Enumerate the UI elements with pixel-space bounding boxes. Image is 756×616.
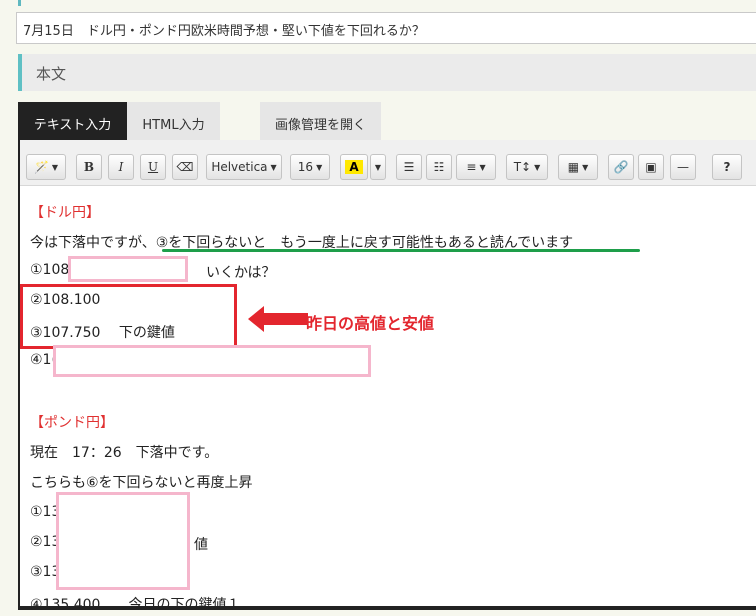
insert-link-button[interactable]: 🔗: [608, 154, 634, 180]
redaction-mask: [53, 345, 371, 377]
font-size-label: 16: [297, 160, 314, 174]
redaction-mask: [56, 492, 190, 590]
top-accent-bar: [18, 0, 21, 6]
gbp-line-6: ④135.400 今日の下の鍵値１: [30, 597, 241, 606]
font-family-select[interactable]: Helvetica ▼: [206, 154, 282, 180]
line-height-button[interactable]: T↕ ▼: [506, 154, 548, 180]
table-icon: ▦: [567, 160, 580, 174]
usd-line-2-suffix: いくかは？: [206, 265, 276, 281]
editor-toolbar: 🪄 ▼ B I U ⌫ Helvetica ▼ 16 ▼ A ▼ ☰ ☷ ≡ ▼ T↕ ▼: [20, 140, 756, 186]
align-icon: ≡: [466, 160, 477, 174]
horizontal-rule-icon: —: [677, 160, 689, 174]
highlight-box: [20, 284, 237, 349]
font-color-dropdown[interactable]: ▼: [370, 154, 386, 180]
top-strip: [0, 0, 756, 6]
tab-html-input[interactable]: HTML入力: [127, 102, 220, 140]
editor-content[interactable]: 【ドル円】 今は下落中ですが、③を下回らないと もう一度上に戻す可能性もあると読…: [20, 186, 756, 606]
horizontal-rule-button[interactable]: —: [670, 154, 696, 180]
green-underline-mark: [162, 249, 640, 252]
magic-wand-icon: 🪄: [33, 160, 49, 174]
gbp-line-1: 現在 17：26 下落中です。: [30, 445, 219, 461]
tab-text-input[interactable]: テキスト入力: [18, 102, 127, 140]
post-title-input[interactable]: 7月15日 ドル円・ポンド円欧米時間予想・堅い下値を下回れるか？: [16, 12, 756, 44]
italic-button[interactable]: I: [108, 154, 134, 180]
chevron-down-icon: ▼: [479, 162, 486, 172]
chevron-down-icon: ▼: [534, 162, 541, 172]
usd-line-2-prefix: ①108: [30, 262, 70, 278]
paragraph-align-button[interactable]: ≡ ▼: [456, 154, 496, 180]
underline-button[interactable]: U: [140, 154, 166, 180]
table-button[interactable]: ▦ ▼: [558, 154, 598, 180]
gbp-heading: 【ポンド円】: [30, 415, 114, 431]
bold-button[interactable]: B: [76, 154, 102, 180]
numbered-list-icon: ☷: [433, 160, 445, 174]
chevron-down-icon: ▼: [51, 162, 59, 172]
font-color-button[interactable]: A: [340, 154, 368, 180]
eraser-icon: ⌫: [176, 160, 194, 174]
ordered-list-button[interactable]: ☷: [426, 154, 452, 180]
font-family-label: Helvetica: [211, 160, 268, 174]
section-header-body: 本文: [18, 54, 756, 91]
help-button[interactable]: ?: [712, 154, 742, 180]
gbp-line-2: こちらも⑥を下回らないと再度上昇: [30, 475, 253, 491]
font-color-icon: A: [345, 160, 363, 174]
usd-heading: 【ドル円】: [30, 205, 100, 221]
left-arrow-icon: [248, 306, 308, 332]
clear-format-button[interactable]: ⌫: [172, 154, 198, 180]
chevron-down-icon: ▼: [270, 162, 277, 172]
image-icon: ▣: [645, 160, 657, 174]
chevron-down-icon: ▼: [316, 162, 323, 172]
chevron-down-icon: ▼: [582, 162, 589, 172]
chevron-down-icon: ▼: [374, 162, 382, 172]
text-height-icon: T↕: [513, 160, 532, 174]
redaction-mask: [68, 256, 188, 282]
annotation-text: 昨日の高値と安値: [306, 314, 435, 333]
gbp-line-4-suffix: 値: [194, 537, 208, 553]
style-magic-button[interactable]: 🪄 ▼: [26, 154, 66, 180]
rich-text-editor: 🪄 ▼ B I U ⌫ Helvetica ▼ 16 ▼ A ▼ ☰ ☷ ≡ ▼ T↕ ▼: [18, 140, 756, 610]
open-image-manager-button[interactable]: 画像管理を開く: [260, 102, 381, 140]
font-size-select[interactable]: 16 ▼: [290, 154, 330, 180]
unordered-list-button[interactable]: ☰: [396, 154, 422, 180]
help-icon: ?: [723, 160, 731, 174]
insert-image-button[interactable]: ▣: [638, 154, 664, 180]
link-icon: 🔗: [613, 160, 629, 174]
bullet-list-icon: ☰: [403, 160, 415, 174]
